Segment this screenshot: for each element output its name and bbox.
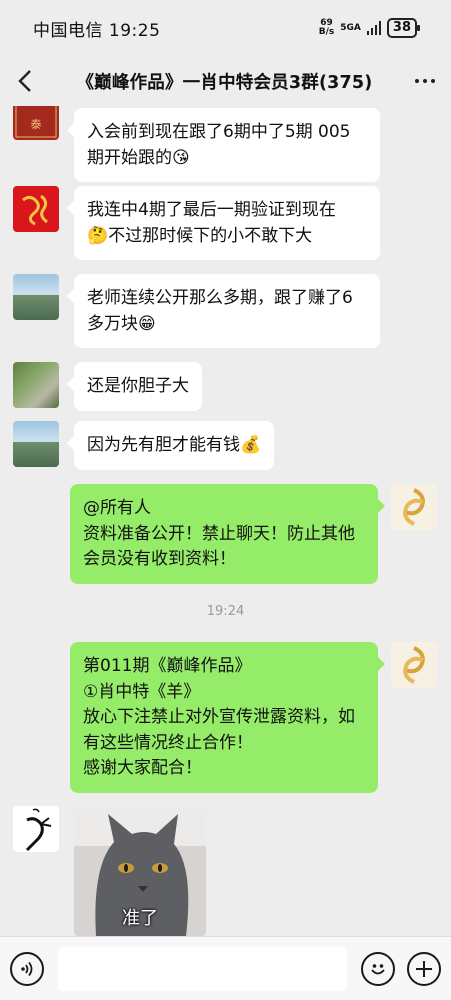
more-button[interactable]: [399, 56, 451, 106]
red-calligraphy-avatar[interactable]: [13, 186, 59, 232]
back-button[interactable]: [0, 56, 50, 106]
red-seal-avatar[interactable]: 泰: [13, 106, 59, 140]
chat-title: 《巅峰作品》一肖中特会员3群(375): [76, 72, 373, 93]
emoji-icon: [371, 963, 385, 974]
carrier-time: 中国电信 19:25: [33, 20, 161, 41]
message-bubble[interactable]: 还是你胆子大: [67, 362, 202, 411]
timestamp: 19:24: [206, 604, 245, 619]
battery-icon: 38: [386, 18, 421, 38]
message-bubble[interactable]: 老师连续公开那么多期，跟了赚了6多万块😁: [67, 274, 380, 348]
gold-fish-avatar[interactable]: [391, 484, 437, 530]
ink-fish-avatar[interactable]: [13, 806, 59, 852]
status-bar: 中国电信 19:25 69 B/s 5GA 38: [0, 0, 451, 56]
message-bubble[interactable]: 我连中4期了最后一期验证到现在 🤔不过那时候下的小不敢下大: [67, 186, 380, 260]
network-type: 5GA: [340, 22, 361, 33]
emoji: 😘: [172, 147, 190, 168]
emoji: 💰: [240, 435, 262, 455]
voice-icon: [21, 961, 33, 976]
emoji: 🤔: [87, 225, 109, 246]
message-bubble[interactable]: 入会前到现在跟了6期中了5期 005期开始跟的😘: [67, 108, 380, 182]
network-speed: 69 B/s: [318, 18, 335, 37]
plus-icon: [416, 960, 432, 977]
emoji: 😁: [138, 313, 156, 334]
image-caption: 准了: [122, 908, 158, 929]
emoji-button[interactable]: [361, 951, 395, 986]
svg-text:泰: 泰: [31, 117, 42, 131]
chat-header: 《巅峰作品》一肖中特会员3群(375): [0, 56, 451, 106]
status-icons: 69 B/s 5GA 38: [318, 18, 421, 38]
lakeside-avatar[interactable]: [13, 421, 59, 467]
message-list[interactable]: 泰 入会前到现在跟了6期中了5期 005期开始跟的😘 我连中4期了最后一期验证到…: [0, 106, 451, 936]
chevron-left-icon: [18, 70, 31, 92]
input-bar: [0, 936, 451, 1000]
message-bubble[interactable]: 因为先有胆才能有钱💰: [66, 421, 275, 470]
voice-button[interactable]: [10, 951, 44, 986]
signal-icon: [366, 21, 381, 35]
message-bubble[interactable]: 第011期《巅峰作品》 ①肖中特《羊》 放心下注禁止对外宣传泄露资料，如有这些情…: [70, 642, 385, 793]
plus-button[interactable]: [407, 951, 441, 986]
more-dots-icon: [415, 79, 419, 83]
garden-avatar[interactable]: [13, 362, 59, 408]
message-input[interactable]: [58, 946, 347, 991]
message-bubble[interactable]: @所有人 资料准备公开！禁止聊天！防止其他会员没有收到资料！: [70, 484, 385, 584]
image-message[interactable]: 准了: [74, 806, 206, 936]
lakeside-avatar[interactable]: [13, 274, 59, 320]
gold-fish-avatar[interactable]: [391, 642, 437, 688]
